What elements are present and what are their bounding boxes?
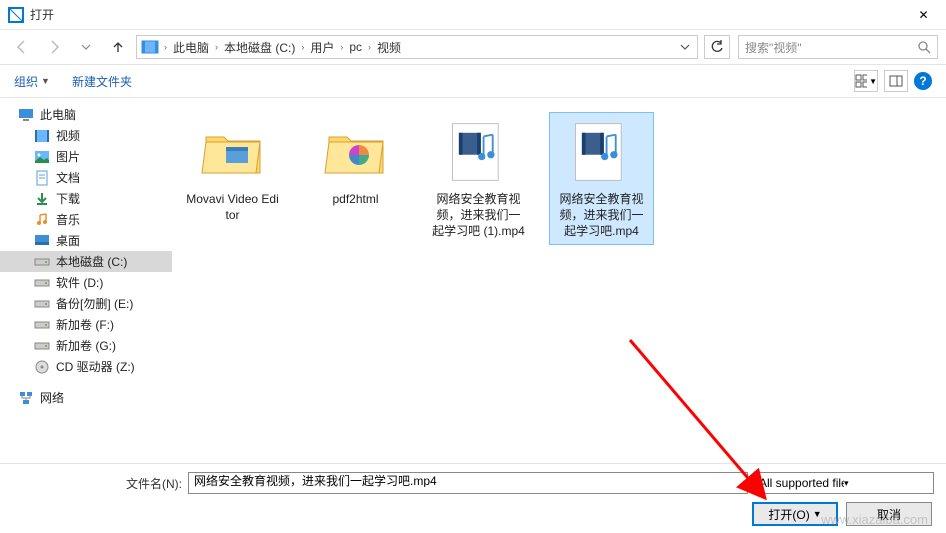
file-label: 网络安全教育视频，进来我们一起学习吧.mp4 bbox=[554, 191, 649, 240]
file-label: pdf2html bbox=[332, 191, 378, 207]
app-icon bbox=[8, 7, 24, 23]
file-list[interactable]: Movavi Video Editor pdf2html 网络安全教育视频，进来… bbox=[172, 98, 946, 493]
chevron-right-icon: › bbox=[161, 42, 170, 52]
help-button[interactable]: ? bbox=[914, 72, 932, 90]
navigation-tree: 此电脑 视频 图片 文档 下载 音乐 桌面 本地磁盘 (C:) 软件 (D:) … bbox=[0, 98, 172, 493]
recent-button[interactable] bbox=[72, 35, 100, 59]
chevron-down-icon: ▼ bbox=[869, 77, 877, 86]
breadcrumb[interactable]: › 此电脑 › 本地磁盘 (C:) › 用户 › pc › 视频 bbox=[136, 35, 698, 59]
drive-icon bbox=[34, 275, 50, 291]
folder-item[interactable]: pdf2html bbox=[303, 112, 408, 212]
titlebar: 打开 ✕ bbox=[0, 0, 946, 30]
tree-disk-c[interactable]: 本地磁盘 (C:) bbox=[0, 251, 172, 272]
tree-disk-g[interactable]: 新加卷 (G:) bbox=[0, 335, 172, 356]
document-icon bbox=[34, 170, 50, 186]
chevron-right-icon: › bbox=[337, 42, 346, 52]
folder-icon bbox=[198, 117, 268, 187]
network-icon bbox=[18, 390, 34, 406]
refresh-icon bbox=[710, 40, 724, 54]
help-icon: ? bbox=[919, 74, 926, 88]
picture-icon bbox=[34, 149, 50, 165]
folder-icon bbox=[321, 117, 391, 187]
tree-videos[interactable]: 视频 bbox=[0, 125, 172, 146]
tree-network[interactable]: 网络 bbox=[0, 387, 172, 408]
toolbar: 组织▼ 新建文件夹 ▼ ? bbox=[0, 64, 946, 98]
dialog-footer: 文件名(N): All supported files (*.MP4;*.F▾ … bbox=[0, 463, 946, 533]
drive-icon bbox=[34, 254, 50, 270]
tree-disk-f[interactable]: 新加卷 (F:) bbox=[0, 314, 172, 335]
refresh-button[interactable] bbox=[704, 35, 730, 59]
download-icon bbox=[34, 191, 50, 207]
forward-button[interactable] bbox=[40, 35, 68, 59]
tree-music[interactable]: 音乐 bbox=[0, 209, 172, 230]
music-icon bbox=[34, 212, 50, 228]
dialog-body: 此电脑 视频 图片 文档 下载 音乐 桌面 本地磁盘 (C:) 软件 (D:) … bbox=[0, 98, 946, 493]
chevron-right-icon: › bbox=[298, 42, 307, 52]
drive-icon bbox=[34, 338, 50, 354]
file-label: Movavi Video Editor bbox=[185, 191, 280, 223]
filename-field[interactable] bbox=[194, 473, 742, 487]
close-icon: ✕ bbox=[918, 8, 928, 22]
back-button[interactable] bbox=[8, 35, 36, 59]
breadcrumb-dropdown[interactable] bbox=[675, 42, 695, 52]
video-file-icon bbox=[444, 117, 514, 187]
up-button[interactable] bbox=[104, 35, 132, 59]
file-type-filter[interactable]: All supported files (*.MP4;*.F▾ bbox=[754, 472, 934, 494]
tree-this-pc[interactable]: 此电脑 bbox=[0, 104, 172, 125]
preview-pane-icon bbox=[889, 74, 903, 88]
chevron-right-icon: › bbox=[212, 42, 221, 52]
tiles-icon bbox=[855, 74, 867, 88]
chevron-down-icon: ▾ bbox=[844, 478, 929, 489]
search-icon bbox=[917, 40, 931, 54]
view-icons-button[interactable]: ▼ bbox=[854, 70, 878, 92]
preview-pane-button[interactable] bbox=[884, 70, 908, 92]
video-file-icon bbox=[567, 117, 637, 187]
cd-drive-icon bbox=[34, 359, 50, 375]
monitor-icon bbox=[18, 107, 34, 123]
video-file-item[interactable]: 网络安全教育视频，进来我们一起学习吧.mp4 bbox=[549, 112, 654, 245]
chevron-down-icon bbox=[680, 42, 690, 52]
search-input[interactable]: 搜索"视频" bbox=[738, 35, 938, 59]
tree-disk-z[interactable]: CD 驱动器 (Z:) bbox=[0, 356, 172, 377]
search-placeholder: 搜索"视频" bbox=[745, 39, 917, 56]
videos-folder-icon bbox=[141, 38, 159, 56]
chevron-down-icon: ▼ bbox=[41, 76, 50, 86]
arrow-right-icon bbox=[46, 39, 62, 55]
open-button[interactable]: 打开(O)▼ bbox=[752, 502, 838, 526]
new-folder-button[interactable]: 新建文件夹 bbox=[72, 73, 132, 90]
desktop-icon bbox=[34, 233, 50, 249]
film-icon bbox=[34, 128, 50, 144]
breadcrumb-segment[interactable]: 用户 bbox=[307, 39, 337, 56]
file-label: 网络安全教育视频，进来我们一起学习吧 (1).mp4 bbox=[431, 191, 526, 240]
tree-pictures[interactable]: 图片 bbox=[0, 146, 172, 167]
drive-icon bbox=[34, 317, 50, 333]
breadcrumb-segment[interactable]: 视频 bbox=[374, 39, 404, 56]
split-button-arrow-icon: ▼ bbox=[813, 509, 822, 519]
tree-documents[interactable]: 文档 bbox=[0, 167, 172, 188]
tree-desktop[interactable]: 桌面 bbox=[0, 230, 172, 251]
tree-downloads[interactable]: 下载 bbox=[0, 188, 172, 209]
chevron-right-icon: › bbox=[365, 42, 374, 52]
tree-disk-d[interactable]: 软件 (D:) bbox=[0, 272, 172, 293]
video-file-item[interactable]: 网络安全教育视频，进来我们一起学习吧 (1).mp4 bbox=[426, 112, 531, 245]
arrow-up-icon bbox=[110, 39, 126, 55]
cancel-button[interactable]: 取消 bbox=[846, 502, 932, 526]
close-button[interactable]: ✕ bbox=[901, 0, 946, 30]
address-bar: › 此电脑 › 本地磁盘 (C:) › 用户 › pc › 视频 搜索"视频" bbox=[0, 30, 946, 64]
filename-input[interactable] bbox=[188, 472, 748, 494]
breadcrumb-segment[interactable]: 此电脑 bbox=[170, 39, 212, 56]
filename-label: 文件名(N): bbox=[12, 475, 182, 492]
drive-icon bbox=[34, 296, 50, 312]
tree-disk-e[interactable]: 备份[勿删] (E:) bbox=[0, 293, 172, 314]
window-title: 打开 bbox=[30, 6, 901, 23]
arrow-left-icon bbox=[14, 39, 30, 55]
breadcrumb-segment[interactable]: 本地磁盘 (C:) bbox=[221, 39, 298, 56]
folder-item[interactable]: Movavi Video Editor bbox=[180, 112, 285, 228]
chevron-down-icon bbox=[81, 42, 91, 52]
organize-menu[interactable]: 组织▼ bbox=[14, 73, 50, 90]
breadcrumb-segment[interactable]: pc bbox=[346, 40, 365, 54]
